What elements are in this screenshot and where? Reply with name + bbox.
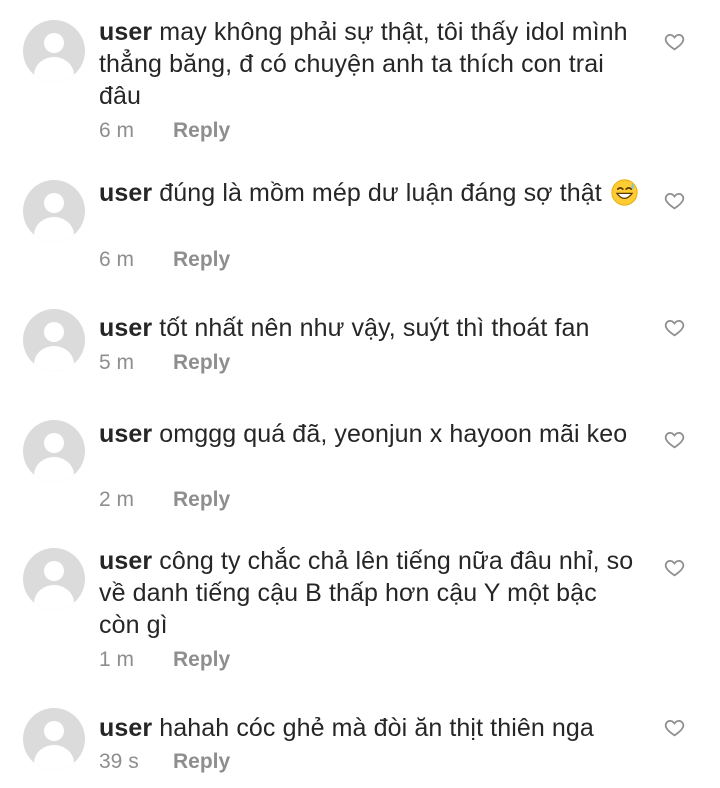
comment-text: user đúng là mồm mép dư luận đáng sợ thậ… xyxy=(99,177,639,209)
grinning-sweat-emoji xyxy=(611,179,638,206)
comment-timestamp: 6 m xyxy=(99,248,135,271)
reply-button[interactable]: Reply xyxy=(173,248,230,271)
comment-username[interactable]: user xyxy=(99,714,152,742)
comment-body: omggg quá đã, yeonjun x hayoon mãi keo xyxy=(159,420,628,448)
comment-text: user may không phải sự thật, tôi thấy id… xyxy=(99,16,639,112)
comment-meta: 6 m Reply xyxy=(99,115,230,147)
comment-timestamp: 5 m xyxy=(99,351,135,374)
comment-list: user may không phải sự thật, tôi thấy id… xyxy=(0,0,720,788)
comment-text: user hahah cóc ghẻ mà đòi ăn thịt thiên … xyxy=(99,712,639,744)
heart-outline-icon[interactable] xyxy=(664,317,685,338)
default-avatar-icon[interactable] xyxy=(23,180,85,242)
heart-outline-icon[interactable] xyxy=(664,31,685,52)
comment-username[interactable]: user xyxy=(99,420,152,448)
heart-outline-icon[interactable] xyxy=(664,190,685,211)
comment-text: user tốt nhất nên như vậy, suýt thì thoá… xyxy=(99,312,639,344)
reply-button[interactable]: Reply xyxy=(173,119,230,142)
comment-timestamp: 6 m xyxy=(99,119,135,142)
default-avatar-icon[interactable] xyxy=(23,548,85,610)
comment-username[interactable]: user xyxy=(99,314,152,342)
reply-button[interactable]: Reply xyxy=(173,488,230,511)
comment-text: user công ty chắc chả lên tiếng nữa đâu … xyxy=(99,545,639,641)
default-avatar-icon[interactable] xyxy=(23,420,85,482)
heart-outline-icon[interactable] xyxy=(664,429,685,450)
comment-body: công ty chắc chả lên tiếng nữa đâu nhỉ, … xyxy=(99,547,634,639)
reply-button[interactable]: Reply xyxy=(173,351,230,374)
comment-body: hahah cóc ghẻ mà đòi ăn thịt thiên nga xyxy=(159,714,594,742)
default-avatar-icon[interactable] xyxy=(23,708,85,770)
default-avatar-icon[interactable] xyxy=(23,20,85,82)
comment-timestamp: 2 m xyxy=(99,488,135,511)
comment-username[interactable]: user xyxy=(99,179,152,207)
reply-button[interactable]: Reply xyxy=(173,750,230,773)
comment-meta: 39 s Reply xyxy=(99,746,230,778)
reply-button[interactable]: Reply xyxy=(173,648,230,671)
comment-username[interactable]: user xyxy=(99,18,152,46)
heart-outline-icon[interactable] xyxy=(664,557,685,578)
comment-meta: 1 m Reply xyxy=(99,644,230,676)
comment-text: user omggg quá đã, yeonjun x hayoon mãi … xyxy=(99,418,639,450)
comment-body: may không phải sự thật, tôi thấy idol mì… xyxy=(99,18,628,110)
heart-outline-icon[interactable] xyxy=(664,717,685,738)
comment-username[interactable]: user xyxy=(99,547,152,575)
default-avatar-icon[interactable] xyxy=(23,309,85,371)
comment-body: đúng là mồm mép dư luận đáng sợ thật xyxy=(159,179,602,207)
comment-timestamp: 1 m xyxy=(99,648,135,671)
comment-meta: 5 m Reply xyxy=(99,347,230,379)
comment-meta: 2 m Reply xyxy=(99,484,230,516)
comment-meta: 6 m Reply xyxy=(99,244,230,276)
comment-body: tốt nhất nên như vậy, suýt thì thoát fan xyxy=(159,314,590,342)
comment-timestamp: 39 s xyxy=(99,750,139,773)
